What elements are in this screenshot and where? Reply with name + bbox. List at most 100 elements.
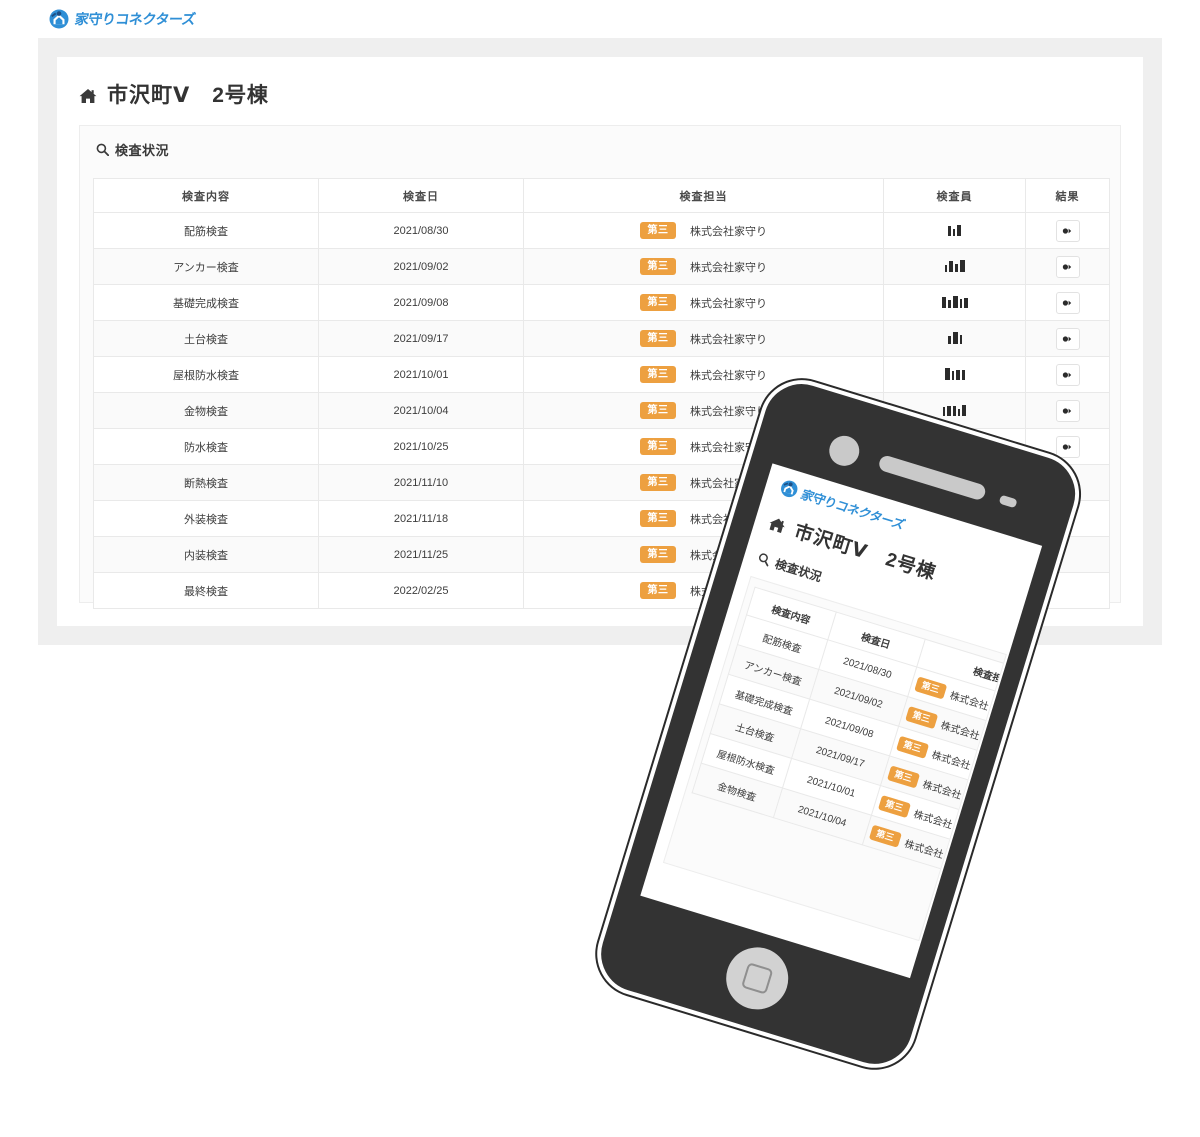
third-party-badge: 第三	[913, 675, 948, 699]
table-row[interactable]: アンカー検査 2021/09/02 第三 株式会社家守り	[93, 248, 1110, 285]
cell-result[interactable]	[1025, 392, 1110, 429]
section-header: 検査状況	[80, 126, 1120, 159]
third-party-badge: 第三	[640, 366, 676, 383]
third-party-badge: 第三	[640, 474, 676, 491]
front-camera-icon	[825, 432, 863, 470]
table-row[interactable]: 基礎完成検査 2021/09/08 第三 株式会社家守り	[93, 284, 1110, 321]
cell-content: 基礎完成検査	[93, 284, 319, 321]
cell-date: 2021/11/10	[318, 464, 524, 501]
home-button-square-glyph	[740, 962, 774, 995]
cell-charge: 第三 株式会社家守り	[523, 212, 884, 249]
result-report-icon[interactable]	[1055, 363, 1080, 386]
third-party-badge: 第三	[640, 402, 676, 419]
redacted-inspector-name	[944, 258, 965, 272]
cell-member	[883, 248, 1026, 285]
phone-screen: 家守りコネクターズ 市沢町Ⅴ 2号棟 検査状況 検査内容 検査日 検査担当 配筋…	[640, 463, 1043, 979]
earpiece-speaker-icon	[877, 453, 988, 502]
cell-result[interactable]	[1025, 356, 1110, 393]
cell-content: 内装検査	[93, 536, 319, 573]
third-party-badge: 第三	[640, 222, 676, 239]
cell-member	[883, 284, 1026, 321]
result-report-icon[interactable]	[1055, 399, 1080, 422]
cell-member	[883, 356, 1026, 393]
mobile-inspection-table: 検査内容 検査日 検査担当 配筋検査 2021/08/30 第三 株式会社 アンカー検査…	[691, 586, 1007, 890]
section-label: 検査状況	[115, 143, 170, 158]
third-party-badge: 第三	[886, 764, 920, 788]
brand-logo[interactable]: 家守りコネクターズ	[48, 8, 197, 30]
cell-content: 外装検査	[93, 500, 319, 537]
cell-date: 2021/09/08	[318, 284, 524, 321]
cell-charge: 第三 株式会社家守り	[523, 284, 884, 321]
third-party-badge: 第三	[895, 735, 929, 759]
search-icon	[96, 143, 110, 157]
table-row[interactable]: 屋根防水検査 2021/10/01 第三 株式会社家守り	[93, 356, 1110, 393]
page-title: 市沢町Ⅴ 2号棟	[57, 57, 1143, 109]
home-icon	[767, 514, 789, 535]
cell-date: 2022/02/25	[318, 572, 524, 609]
company-name: 株式会社	[948, 690, 990, 713]
result-report-icon[interactable]	[1055, 255, 1080, 278]
brand-name: 家守りコネクターズ	[73, 11, 197, 27]
column-header-charge: 検査担当	[523, 178, 884, 213]
third-party-badge: 第三	[640, 294, 676, 311]
cell-charge: 第三 株式会社家守り	[523, 248, 884, 285]
cell-content: 金物検査	[93, 392, 319, 429]
cell-date: 2021/11/25	[318, 536, 524, 573]
third-party-badge: 第三	[640, 330, 676, 347]
page-title-text: 市沢町Ⅴ 2号棟	[107, 84, 269, 107]
third-party-badge: 第三	[877, 794, 911, 818]
table-row[interactable]: 土台検査 2021/09/17 第三 株式会社家守り	[93, 320, 1110, 357]
cell-result[interactable]	[1025, 248, 1110, 285]
column-header-result: 結果	[1025, 178, 1110, 213]
company-name: 株式会社家守り	[690, 261, 767, 274]
result-report-icon[interactable]	[1055, 327, 1080, 350]
cell-date: 2021/09/17	[318, 320, 524, 357]
third-party-badge: 第三	[904, 705, 938, 729]
cell-result[interactable]	[1025, 212, 1110, 249]
home-button-icon[interactable]	[718, 939, 796, 1018]
result-report-icon[interactable]	[1055, 219, 1080, 242]
cell-charge: 第三株式会社家守り	[523, 320, 884, 357]
table-row[interactable]: 配筋検査 2021/08/30 第三 株式会社家守り	[93, 212, 1110, 249]
third-party-badge: 第三	[640, 258, 676, 275]
company-name: 株式会社家守り	[690, 225, 767, 238]
company-name: 株式会社家守り	[690, 297, 767, 310]
cell-date: 2021/09/02	[318, 248, 524, 285]
cell-date: 2021/08/30	[318, 212, 524, 249]
result-report-icon[interactable]	[1055, 291, 1080, 314]
cell-content: 断熱検査	[93, 464, 319, 501]
cell-content: 配筋検査	[93, 212, 319, 249]
company-name: 株式会社	[912, 808, 954, 831]
redacted-inspector-name	[944, 366, 965, 380]
search-icon	[756, 552, 772, 568]
cell-content: 土台検査	[93, 320, 319, 357]
cell-result[interactable]	[1025, 320, 1110, 357]
table-header-row: 検査内容 検査日 検査担当 検査員 結果	[93, 178, 1110, 213]
home-icon	[79, 86, 97, 103]
brand-bar: 家守りコネクターズ	[0, 0, 1200, 38]
cell-content: 屋根防水検査	[93, 356, 319, 393]
cell-date: 2021/11/18	[318, 500, 524, 537]
column-header-content: 検査内容	[93, 178, 319, 213]
third-party-badge: 第三	[868, 824, 902, 848]
company-name: 株式会社	[939, 719, 981, 743]
mobile-inspection-card: 検査内容 検査日 検査担当 配筋検査 2021/08/30 第三 株式会社 アンカー検査…	[662, 575, 1007, 942]
column-header-member: 検査員	[883, 178, 1026, 213]
cell-member	[883, 212, 1026, 249]
proximity-sensor-icon	[998, 494, 1018, 509]
column-header-date: 検査日	[318, 178, 524, 213]
cell-date: 2021/10/01	[318, 356, 524, 393]
third-party-badge: 第三	[640, 438, 676, 455]
company-name: 株式会社	[921, 779, 963, 802]
cell-content: 防水検査	[93, 428, 319, 465]
house-connector-logo-icon	[48, 8, 70, 30]
company-name: 株式会社	[903, 838, 945, 861]
cell-content: 最終検査	[93, 572, 319, 609]
redacted-inspector-name	[947, 330, 962, 344]
table-header: 検査内容 検査日 検査担当 検査員 結果	[93, 178, 1110, 213]
redacted-inspector-name	[941, 294, 968, 308]
cell-result[interactable]	[1025, 284, 1110, 321]
company-name: 株式会社	[930, 749, 972, 772]
cell-date: 2021/10/25	[318, 428, 524, 465]
cell-content: アンカー検査	[93, 248, 319, 285]
